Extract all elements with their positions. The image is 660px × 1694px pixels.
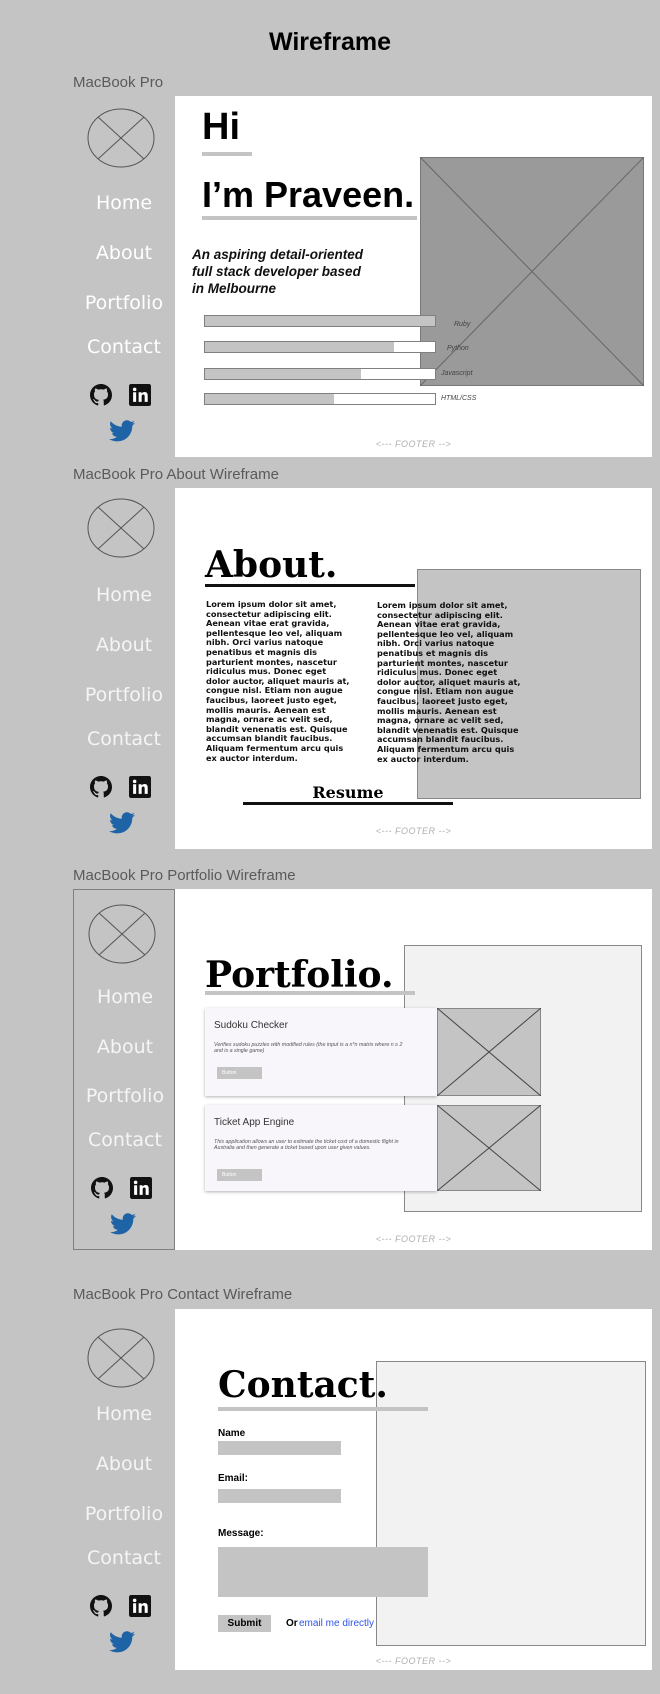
footer-placeholder: <--- FOOTER --> (375, 1656, 452, 1666)
name-input[interactable] (218, 1441, 341, 1455)
about-text-left: Lorem ipsum dolor sit amet, consectetur … (206, 599, 350, 763)
project-button[interactable]: Button (217, 1169, 262, 1181)
nav-home[interactable]: Home (73, 584, 175, 606)
tagline: An aspiring detail-oriented full stack d… (192, 247, 364, 296)
name-underline (202, 216, 417, 220)
skill-bar-python (204, 341, 436, 353)
project-image-placeholder (437, 1008, 541, 1096)
twitter-icon[interactable] (109, 1630, 135, 1654)
nav-contact[interactable]: Contact (73, 336, 175, 358)
nav-portfolio[interactable]: Portfolio (73, 1503, 175, 1525)
name-heading: I’m Praveen. (202, 174, 415, 215)
contact-underline (218, 1407, 428, 1411)
project-title: Sudoku Checker (214, 1020, 288, 1031)
nav-about[interactable]: About (73, 1453, 175, 1475)
project-card[interactable]: Ticket App Engine This application allow… (205, 1105, 437, 1191)
frame-label-portfolio: MacBook Pro Portfolio Wireframe (73, 867, 296, 884)
about-text-right: Lorem ipsum dolor sit amet, consectetur … (377, 600, 521, 764)
submit-button[interactable]: Submit (218, 1615, 271, 1632)
frame-label-about: MacBook Pro About Wireframe (73, 466, 279, 483)
linkedin-icon[interactable] (129, 1595, 151, 1617)
linkedin-icon[interactable] (130, 1177, 152, 1199)
twitter-icon[interactable] (110, 1212, 136, 1236)
nav-about[interactable]: About (73, 634, 175, 656)
or-text: Or (286, 1618, 298, 1629)
project-title: Ticket App Engine (214, 1117, 295, 1128)
twitter-icon[interactable] (109, 811, 135, 835)
email-input[interactable] (218, 1489, 341, 1503)
project-card[interactable]: Sudoku Checker Verifies sudoku puzzles w… (205, 1008, 437, 1096)
avatar-placeholder-icon (87, 108, 155, 168)
avatar-placeholder-icon (87, 1328, 155, 1388)
avatar-placeholder-icon (87, 498, 155, 558)
skill-label-javascript: Javascript (441, 370, 473, 377)
github-icon[interactable] (90, 384, 112, 406)
frame-label-contact: MacBook Pro Contact Wireframe (73, 1286, 293, 1303)
skill-label-python: Python (447, 345, 469, 352)
hi-heading: Hi (202, 106, 240, 148)
nav-contact[interactable]: Contact (73, 728, 175, 750)
nav-portfolio[interactable]: Portfolio (74, 1085, 176, 1107)
skill-bar-javascript (204, 368, 436, 380)
skill-bar-ruby (204, 315, 436, 327)
nav-home[interactable]: Home (73, 1403, 175, 1425)
nav-contact[interactable]: Contact (74, 1129, 176, 1151)
footer-placeholder: <--- FOOTER --> (375, 1234, 452, 1244)
sidebar-contact: Home About Portfolio Contact (73, 1309, 175, 1670)
message-label: Message: (218, 1528, 264, 1539)
github-icon[interactable] (90, 1595, 112, 1617)
nav-about[interactable]: About (73, 242, 175, 264)
contact-heading: Contact. (218, 1364, 388, 1406)
nav-home[interactable]: Home (73, 192, 175, 214)
nav-about[interactable]: About (74, 1036, 176, 1058)
project-description: This application allows an user to estim… (214, 1139, 399, 1152)
page-title: Wireframe (268, 28, 392, 56)
home-content: Hi I’m Praveen. An aspiring detail-orien… (175, 96, 652, 457)
nav-home[interactable]: Home (74, 986, 176, 1008)
email-label: Email: (218, 1473, 249, 1484)
linkedin-icon[interactable] (129, 776, 151, 798)
hi-underline (202, 152, 252, 156)
email-directly-link[interactable]: email me directly (299, 1618, 374, 1629)
skill-bar-htmlcss (204, 393, 436, 405)
skill-label-htmlcss: HTML/CSS (441, 395, 477, 402)
twitter-icon[interactable] (109, 419, 135, 443)
about-heading: About. (205, 544, 338, 586)
about-content: About. Lorem ipsum dolor sit amet, conse… (175, 488, 652, 849)
resume-underline (243, 802, 453, 805)
sidebar-portfolio: Home About Portfolio Contact (73, 889, 175, 1250)
project-image-placeholder (437, 1105, 541, 1191)
footer-placeholder: <--- FOOTER --> (375, 439, 452, 449)
nav-portfolio[interactable]: Portfolio (73, 292, 175, 314)
map-placeholder (376, 1361, 646, 1646)
contact-content: Contact. Name Email: Message: Submit Or … (175, 1309, 652, 1670)
about-underline (205, 584, 415, 587)
nav-portfolio[interactable]: Portfolio (73, 684, 175, 706)
footer-placeholder: <--- FOOTER --> (375, 826, 452, 836)
resume-link[interactable]: Resume (243, 783, 453, 802)
portfolio-underline (205, 991, 415, 995)
frame-label-home: MacBook Pro (73, 74, 164, 91)
nav-contact[interactable]: Contact (73, 1547, 175, 1569)
portfolio-content: Portfolio. Sudoku Checker Verifies sudok… (175, 889, 652, 1250)
name-label: Name (218, 1428, 246, 1439)
sidebar-home: Home About Portfolio Contact (73, 96, 175, 457)
project-description: Verifies sudoku puzzles with modified ru… (214, 1042, 403, 1055)
portfolio-heading: Portfolio. (205, 954, 394, 996)
skill-label-ruby: Ruby (454, 321, 471, 328)
message-textarea[interactable] (218, 1547, 428, 1597)
github-icon[interactable] (90, 776, 112, 798)
github-icon[interactable] (91, 1177, 113, 1199)
avatar-placeholder-icon (88, 904, 156, 964)
linkedin-icon[interactable] (129, 384, 151, 406)
sidebar-about: Home About Portfolio Contact (73, 488, 175, 849)
project-button[interactable]: Button (217, 1067, 262, 1079)
